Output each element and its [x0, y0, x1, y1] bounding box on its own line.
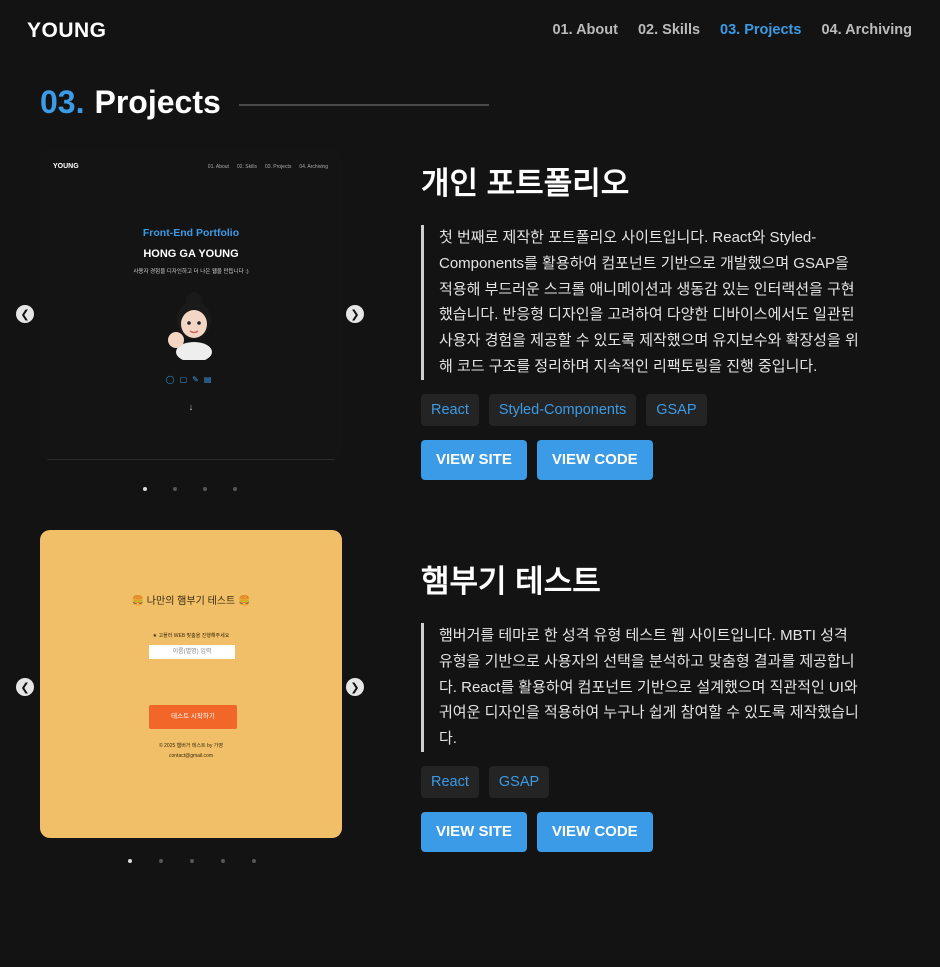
preview-subtitle: Front-End Portfolio — [142, 227, 240, 239]
project-buttons: VIEW SITE VIEW CODE — [421, 439, 861, 480]
preview-contact: contact@gmail.com — [169, 753, 213, 759]
tag-styled-components: Styled-Components — [488, 393, 637, 426]
slider1-next-arrow-icon[interactable]: ❯ — [346, 305, 364, 323]
site-logo[interactable]: YOUNG — [27, 19, 107, 43]
section-divider — [239, 104, 489, 106]
preview-name: HONG GA YOUNG — [143, 248, 239, 260]
slider-dot[interactable] — [221, 859, 225, 863]
nav-projects[interactable]: 03. Projects — [720, 22, 801, 38]
project-slider-hamburger: 🍔 나만의 햄부기 테스트 🍔 ★ 고플러 WEB 맞춤을 진행해주세요 이름(… — [40, 530, 342, 838]
tag-gsap: GSAP — [646, 393, 707, 426]
slider-dot[interactable] — [252, 859, 256, 863]
preview-description: 사용자 경험을 디자인하고 더 나은 웹을 만듭니다 :) — [133, 269, 249, 275]
project-tags: React GSAP — [421, 765, 861, 798]
project-description: 첫 번째로 제작한 포트폴리오 사이트입니다. React와 Styled-Co… — [421, 225, 861, 380]
preview-divider — [47, 459, 335, 460]
preview-start-button: 테스트 시작하기 — [149, 705, 237, 729]
preview-nav-item: 04. Archiving — [299, 164, 328, 170]
slider-dot[interactable] — [190, 859, 194, 863]
preview-nav: 01. About 02. Skills 03. Projects 04. Ar… — [208, 164, 328, 170]
slider-dot[interactable] — [203, 487, 207, 491]
preview-nav-item: 01. About — [207, 164, 229, 170]
nav-about[interactable]: 01. About — [552, 22, 618, 38]
preview-footer: © 2025 햄버거 테스트 by 가영 contact@gmail.com — [40, 741, 342, 761]
main-nav: 01. About 02. Skills 03. Projects 04. Ar… — [552, 22, 912, 38]
slider2-next-arrow-icon[interactable]: ❯ — [346, 678, 364, 696]
project-portfolio: 개인 포트폴리오 첫 번째로 제작한 포트폴리오 사이트입니다. React와 … — [421, 158, 861, 480]
slider-dot[interactable] — [159, 859, 163, 863]
preview-social-icons: ◯▢✎▤ — [165, 375, 217, 384]
slider-dot[interactable] — [173, 487, 177, 491]
tag-gsap: GSAP — [488, 765, 550, 798]
section-number: 03. — [40, 84, 85, 120]
view-code-button[interactable]: VIEW CODE — [536, 811, 653, 852]
preview-nav-item: 03. Projects — [264, 164, 292, 170]
nav-archiving[interactable]: 04. Archiving — [821, 22, 912, 38]
slider1-prev-arrow-icon[interactable]: ❮ — [16, 305, 34, 323]
tag-react: React — [421, 393, 479, 426]
section-heading: Projects — [94, 84, 221, 120]
project-title: 햄부기 테스트 — [421, 564, 601, 599]
preview-logo: YOUNG — [53, 163, 79, 170]
preview-copyright: © 2025 햄버거 테스트 by 가영 — [159, 743, 223, 749]
slider1-dots — [143, 487, 237, 491]
scroll-down-icon: ↓ — [188, 402, 194, 412]
tag-react: React — [421, 765, 479, 798]
preview-hint: ★ 고플러 WEB 맞춤을 진행해주세요 — [152, 633, 230, 639]
section-title: 03. Projects — [40, 84, 489, 121]
project-slider-portfolio: YOUNG 01. About 02. Skills 03. Projects … — [40, 150, 342, 460]
slider-dot[interactable] — [233, 487, 237, 491]
project-buttons: VIEW SITE VIEW CODE — [421, 811, 861, 852]
preview-nav-item: 02. Skills — [236, 164, 257, 170]
project-title: 개인 포트폴리오 — [421, 166, 630, 201]
project-description: 햄버거를 테마로 한 성격 유형 테스트 웹 사이트입니다. MBTI 성격 유… — [421, 623, 861, 752]
preview-title: 🍔 나만의 햄부기 테스트 🍔 — [131, 596, 251, 607]
project-tags: React Styled-Components GSAP — [421, 393, 861, 426]
memoji-avatar — [168, 292, 212, 360]
slider-dot[interactable] — [128, 859, 132, 863]
nav-skills[interactable]: 02. Skills — [638, 22, 700, 38]
preview-name-input: 이름(별명) 입력 — [149, 645, 235, 659]
project-hamburger-test: 햄부기 테스트 햄버거를 테마로 한 성격 유형 테스트 웹 사이트입니다. M… — [421, 556, 861, 852]
view-site-button[interactable]: VIEW SITE — [421, 439, 527, 480]
view-site-button[interactable]: VIEW SITE — [421, 811, 527, 852]
slider-dot[interactable] — [143, 487, 147, 491]
view-code-button[interactable]: VIEW CODE — [536, 439, 653, 480]
slider2-prev-arrow-icon[interactable]: ❮ — [16, 678, 34, 696]
slider2-dots — [128, 859, 256, 863]
